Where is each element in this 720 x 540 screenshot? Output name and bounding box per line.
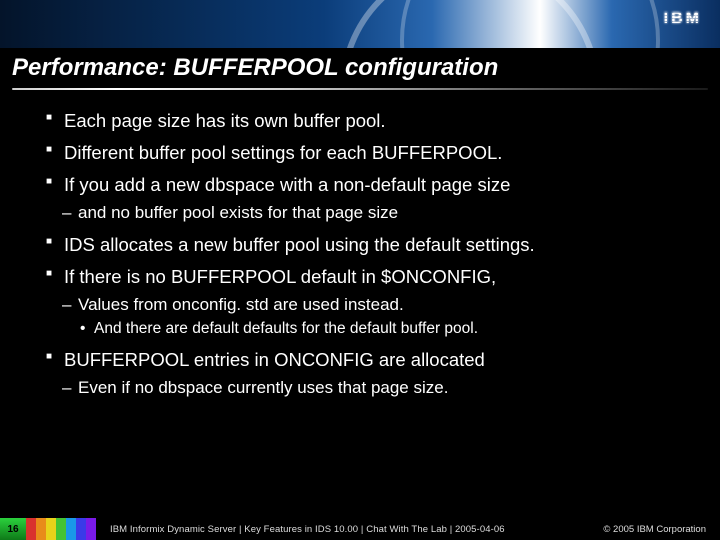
ibm-logo-icon: IBM (664, 10, 702, 28)
bullet-l1: BUFFERPOOL entries in ONCONFIG are alloc… (46, 348, 694, 371)
bullet-l1: If there is no BUFFERPOOL default in $ON… (46, 265, 694, 288)
slide: IBM Performance: BUFFERPOOL configuratio… (0, 0, 720, 540)
footer-text: IBM Informix Dynamic Server | Key Featur… (96, 524, 603, 535)
slide-body: Each page size has its own buffer pool. … (0, 90, 720, 398)
slide-title: Performance: BUFFERPOOL configuration (0, 48, 720, 86)
bullet-l3: And there are default defaults for the d… (80, 319, 694, 338)
banner-decor-icon (400, 0, 660, 48)
bullet-l1: Each page size has its own buffer pool. (46, 109, 694, 132)
bullet-l2: Even if no dbspace currently uses that p… (62, 377, 694, 398)
bullet-l1: Different buffer pool settings for each … (46, 141, 694, 164)
bullet-l1: If you add a new dbspace with a non-defa… (46, 173, 694, 196)
bullet-l2: and no buffer pool exists for that page … (62, 202, 694, 223)
banner: IBM (0, 0, 720, 48)
bullet-l1: IDS allocates a new buffer pool using th… (46, 233, 694, 256)
footer-copyright: © 2005 IBM Corporation (603, 524, 720, 535)
bullet-l2: Values from onconfig. std are used inste… (62, 294, 694, 315)
rainbow-icon (26, 518, 96, 540)
page-number: 16 (0, 518, 26, 540)
footer: 16 IBM Informix Dynamic Server | Key Fea… (0, 518, 720, 540)
